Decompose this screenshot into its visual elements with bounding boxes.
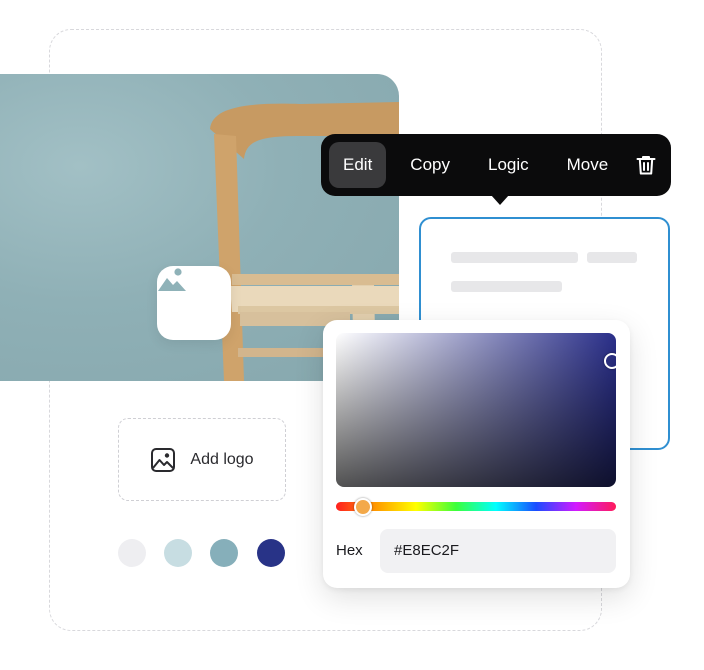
trash-icon (636, 156, 656, 175)
hue-slider-handle[interactable] (354, 498, 372, 516)
color-picker-popover: Hex #E8EC2F (323, 320, 630, 588)
block-toolbar: Edit Copy Logic Move (321, 134, 671, 205)
saturation-area[interactable] (336, 333, 616, 487)
add-logo-button[interactable]: Add logo (118, 418, 286, 501)
text-skeleton-line (587, 252, 637, 263)
toolbar-move-button[interactable]: Move (553, 142, 623, 188)
toolbar-logic-button[interactable]: Logic (474, 142, 543, 188)
image-icon (158, 268, 186, 291)
toolbar-delete-button[interactable] (635, 154, 657, 176)
hue-slider[interactable] (336, 502, 616, 511)
hex-input[interactable]: #E8EC2F (380, 529, 616, 573)
toolbar-edit-button[interactable]: Edit (329, 142, 387, 188)
color-swatch[interactable] (257, 539, 285, 567)
toolbar-copy-button[interactable]: Copy (396, 142, 464, 188)
color-swatch[interactable] (210, 539, 238, 567)
text-skeleton-line (451, 252, 578, 263)
add-image-button[interactable] (157, 266, 231, 340)
color-swatch[interactable] (164, 539, 192, 567)
add-logo-label: Add logo (190, 450, 254, 468)
image-icon (151, 447, 176, 472)
text-skeleton-line (451, 281, 562, 292)
hex-label: Hex (336, 542, 363, 559)
color-swatch[interactable] (118, 539, 146, 567)
saturation-handle[interactable] (604, 353, 616, 369)
